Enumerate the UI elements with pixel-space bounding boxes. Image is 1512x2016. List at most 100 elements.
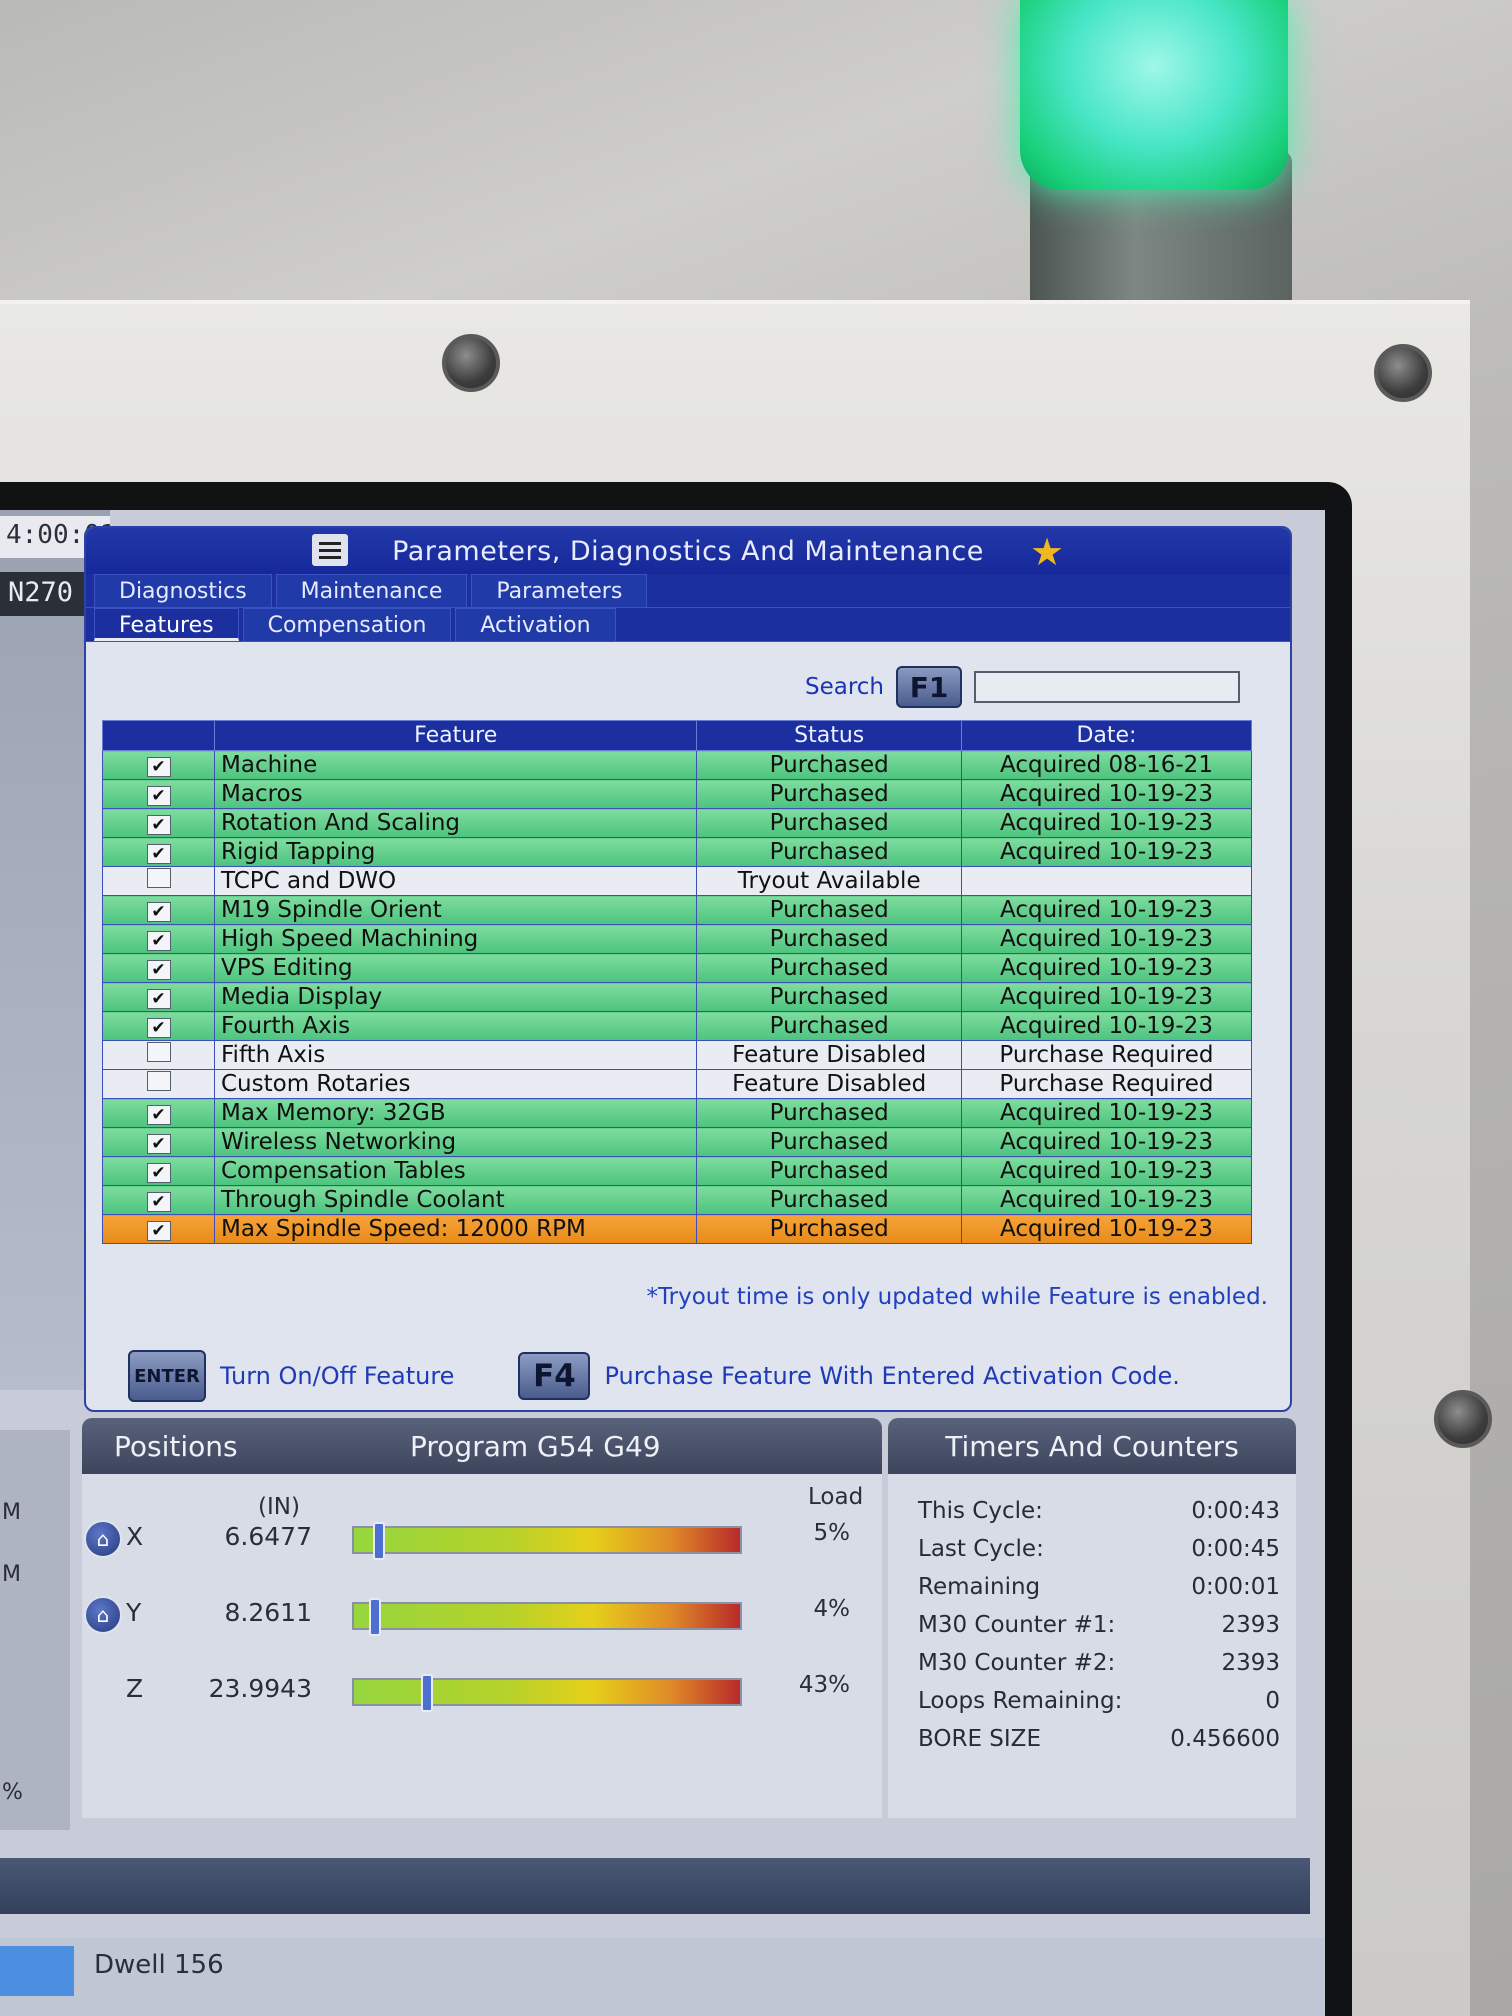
checkbox-checked-icon[interactable]: ✔ [146, 1192, 171, 1212]
table-row[interactable]: ✔ Through Spindle Coolant Purchased Acquire… [102, 1185, 1253, 1215]
feature-name: Macros [213, 779, 698, 809]
left-panel-lower: M M % [0, 1430, 70, 1830]
feature-date: Acquired 10-19-23 [960, 1127, 1253, 1157]
checkbox-checked-icon[interactable]: ✔ [146, 1018, 171, 1038]
stack-light-green [1020, 0, 1288, 190]
tab-parameters[interactable]: Parameters [471, 574, 648, 607]
feature-checkbox[interactable]: ✔ [102, 1185, 215, 1215]
table-row[interactable]: ✔ Macros Purchased Acquired 10-19-23 [102, 779, 1253, 809]
checkbox-empty-icon[interactable] [146, 1042, 171, 1062]
feature-checkbox[interactable]: ✔ [102, 1127, 215, 1157]
feature-name: Rigid Tapping [213, 837, 698, 867]
checkbox-checked-icon[interactable]: ✔ [146, 931, 171, 951]
f1-key[interactable]: F1 [896, 666, 962, 708]
feature-date: Acquired 10-19-23 [960, 779, 1253, 809]
feature-status: Purchased [696, 924, 962, 954]
checkbox-checked-icon[interactable]: ✔ [146, 786, 171, 806]
feature-checkbox[interactable]: ✔ [102, 953, 215, 983]
table-row[interactable]: ✔ Max Spindle Speed: 12000 RPM Purchased Ac… [102, 1214, 1253, 1244]
feature-checkbox[interactable]: ✔ [102, 837, 215, 867]
axis-load: 4% [813, 1596, 851, 1622]
feature-status: Purchased [696, 953, 962, 983]
checkbox-checked-icon[interactable]: ✔ [146, 757, 171, 777]
table-row[interactable]: ✔ Compensation Tables Purchased Acquired 10… [102, 1156, 1253, 1186]
tab-activation[interactable]: Activation [455, 608, 616, 641]
left-fragment: % [2, 1780, 23, 1805]
timers-list: This Cycle: 0:00:43 Last Cycle: 0:00:45 Rema… [918, 1498, 1280, 1764]
feature-checkbox[interactable]: ✔ [102, 1156, 215, 1186]
table-row[interactable]: ✔ M19 Spindle Orient Purchased Acquired 10-… [102, 895, 1253, 925]
feature-checkbox[interactable]: ✔ [102, 1214, 215, 1244]
checkbox-checked-icon[interactable]: ✔ [146, 815, 171, 835]
search-input[interactable] [974, 671, 1240, 703]
axis-row: ⌂ X 6.6477 5% [82, 1518, 882, 1568]
column-header-feature: Feature [213, 720, 698, 751]
table-row[interactable]: ✔ High Speed Machining Purchased Acquired 1… [102, 924, 1253, 954]
timer-row: Remaining 0:00:01 [918, 1574, 1280, 1612]
table-row[interactable]: ✔ Rotation And Scaling Purchased Acquired 1… [102, 808, 1253, 838]
control-screen: 4:00:01 N270 M M % Parameters, Diagnosti… [0, 510, 1325, 2016]
checkbox-checked-icon[interactable]: ✔ [146, 960, 171, 980]
table-row[interactable]: ✔ Machine Purchased Acquired 08-16-21 [102, 750, 1253, 780]
feature-checkbox[interactable]: ✔ [102, 779, 215, 809]
checkbox-empty-icon[interactable] [146, 1071, 171, 1091]
feature-checkbox[interactable]: ✔ [102, 895, 215, 925]
feature-checkbox[interactable]: ✔ [102, 750, 215, 780]
feature-checkbox[interactable]: ✔ [102, 808, 215, 838]
feature-date: Acquired 10-19-23 [960, 1156, 1253, 1186]
tab-compensation[interactable]: Compensation [242, 608, 452, 641]
tab-features[interactable]: Features [94, 608, 239, 641]
feature-date [960, 866, 1253, 896]
screw-icon [1374, 344, 1432, 402]
tab-maintenance[interactable]: Maintenance [275, 574, 468, 607]
table-row[interactable]: ✔ Media Display Purchased Acquired 10-19-23 [102, 982, 1253, 1012]
table-row[interactable]: ✔ Max Memory: 32GB Purchased Acquired 10-19… [102, 1098, 1253, 1128]
checkbox-checked-icon[interactable]: ✔ [146, 1163, 171, 1183]
feature-date: Acquired 10-19-23 [960, 982, 1253, 1012]
feature-checkbox[interactable] [102, 1069, 215, 1099]
timer-label: Last Cycle: [918, 1536, 1044, 1562]
home-icon[interactable]: ⌂ [84, 1596, 122, 1634]
feature-checkbox[interactable] [102, 1040, 215, 1070]
enter-key[interactable]: ENTER [128, 1350, 206, 1402]
feature-name: Fourth Axis [213, 1011, 698, 1041]
table-row[interactable]: ✔ Rigid Tapping Purchased Acquired 10-19-23 [102, 837, 1253, 867]
feature-name: Wireless Networking [213, 1127, 698, 1157]
feature-checkbox[interactable] [102, 866, 215, 896]
table-row[interactable]: Custom Rotaries Feature Disabled Purchase … [102, 1069, 1253, 1099]
table-row[interactable]: ✔ Fourth Axis Purchased Acquired 10-19-23 [102, 1011, 1253, 1041]
table-row[interactable]: TCPC and DWO Tryout Available [102, 866, 1253, 896]
hamburger-menu-icon[interactable] [312, 534, 348, 566]
table-row[interactable]: Fifth Axis Feature Disabled Purchase Requi… [102, 1040, 1253, 1070]
checkbox-checked-icon[interactable]: ✔ [146, 1221, 171, 1241]
feature-checkbox[interactable]: ✔ [102, 1098, 215, 1128]
window-title: Parameters, Diagnostics And Maintenance [392, 535, 984, 567]
column-header-check [102, 720, 215, 751]
feature-checkbox[interactable]: ✔ [102, 982, 215, 1012]
table-row[interactable]: ✔ VPS Editing Purchased Acquired 10-19-23 [102, 953, 1253, 983]
feature-status: Purchased [696, 1185, 962, 1215]
star-icon[interactable]: ★ [1030, 530, 1065, 574]
timer-label: BORE SIZE [918, 1726, 1041, 1752]
units-label: (IN) [258, 1494, 300, 1520]
feature-checkbox[interactable]: ✔ [102, 1011, 215, 1041]
f4-key[interactable]: F4 [518, 1352, 591, 1400]
feature-checkbox[interactable]: ✔ [102, 924, 215, 954]
checkbox-checked-icon[interactable]: ✔ [146, 902, 171, 922]
tab-diagnostics[interactable]: Diagnostics [94, 574, 272, 607]
features-table: Feature Status Date: ✔ Machine Purchased Ac… [102, 720, 1253, 1244]
home-icon[interactable]: ⌂ [84, 1520, 122, 1558]
checkbox-checked-icon[interactable]: ✔ [146, 989, 171, 1009]
checkbox-checked-icon[interactable]: ✔ [146, 1134, 171, 1154]
axis-load: 43% [798, 1672, 850, 1698]
features-table-body: ✔ Machine Purchased Acquired 08-16-21 ✔ Macro… [102, 750, 1253, 1244]
feature-date: Acquired 10-19-23 [960, 953, 1253, 983]
checkbox-checked-icon[interactable]: ✔ [146, 844, 171, 864]
load-bar [352, 1522, 742, 1560]
feature-date: Acquired 08-16-21 [960, 750, 1253, 780]
checkbox-empty-icon[interactable] [146, 868, 171, 888]
feature-date: Acquired 10-19-23 [960, 837, 1253, 867]
enter-hint: Turn On/Off Feature [220, 1362, 455, 1390]
table-row[interactable]: ✔ Wireless Networking Purchased Acquired 10… [102, 1127, 1253, 1157]
checkbox-checked-icon[interactable]: ✔ [146, 1105, 171, 1125]
